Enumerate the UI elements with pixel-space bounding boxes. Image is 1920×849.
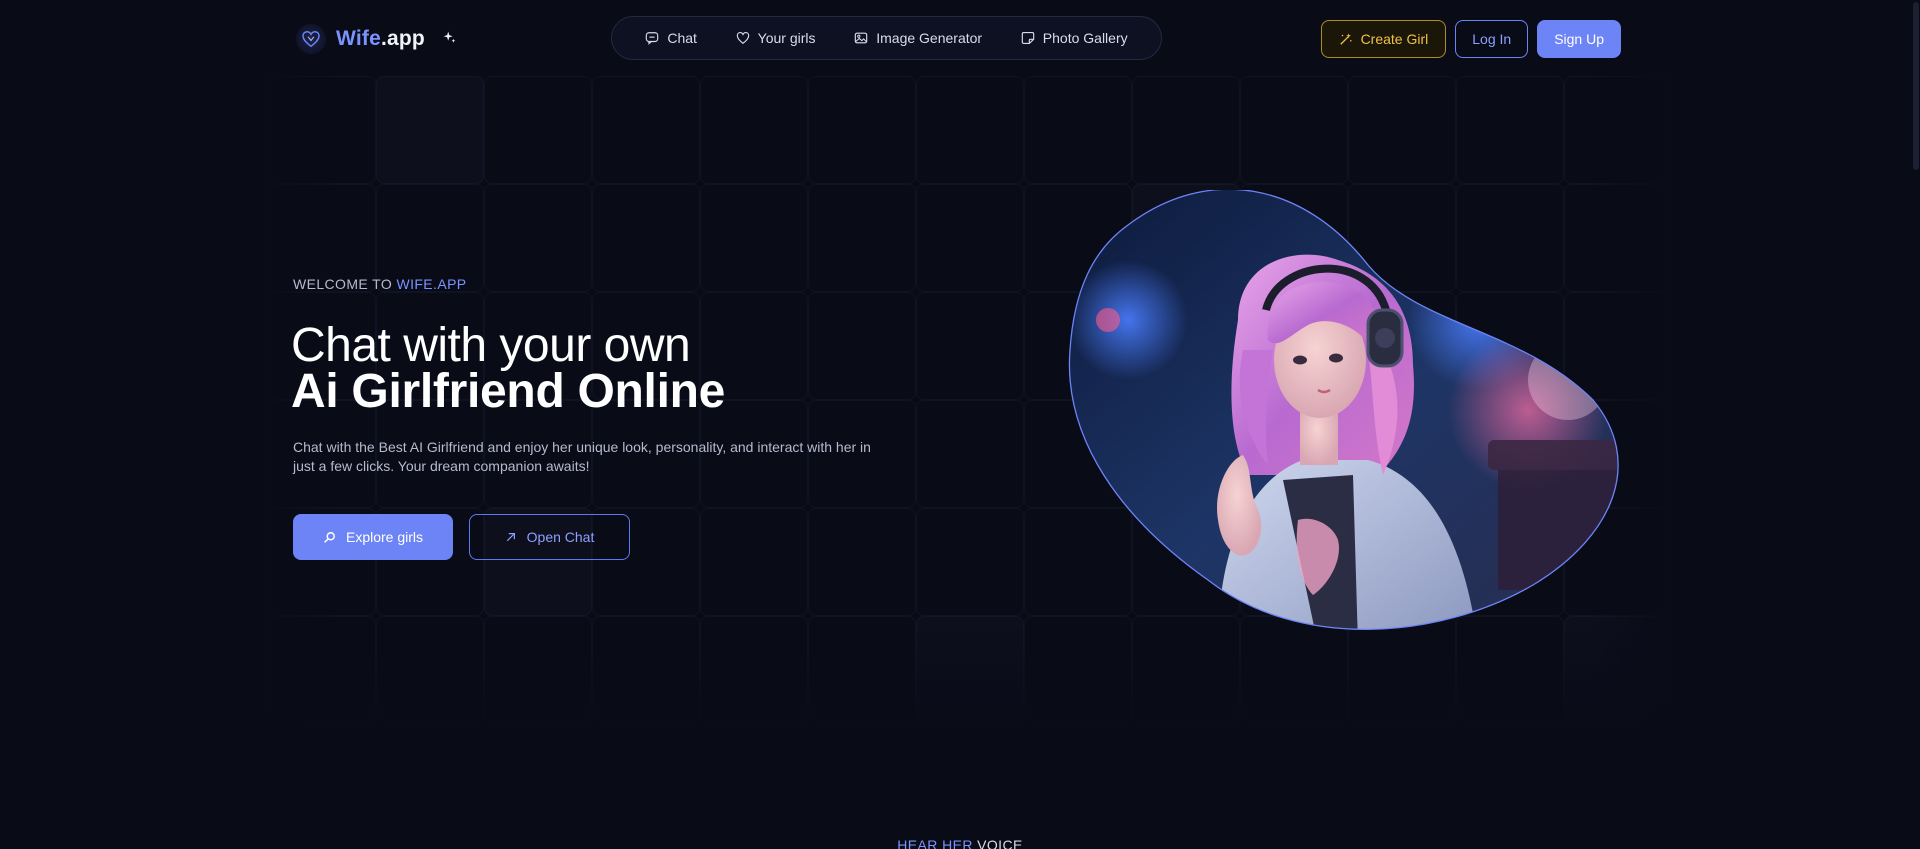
explore-girls-label: Explore girls (345, 529, 424, 545)
heart-logo-icon (296, 24, 326, 54)
chat-bubble-icon (646, 32, 659, 45)
header-actions: Create Girl Log In Sign Up (1320, 20, 1621, 58)
grid-cell (1132, 76, 1240, 184)
scrollbar-thumb[interactable] (1913, 2, 1919, 170)
grid-cell (916, 184, 1024, 292)
next-section-label: HEAR HER VOICE (0, 837, 1920, 849)
brand-name-part2: .app (380, 27, 425, 50)
grid-cell (808, 76, 916, 184)
grid-cell (700, 508, 808, 616)
grid-cell (700, 616, 808, 724)
grid-cell (916, 400, 1024, 508)
nav-item-photo-gallery[interactable]: Photo Gallery (1013, 24, 1136, 52)
site-header: Wife.app Chat Your girls Image Generator… (0, 0, 1920, 78)
signup-label: Sign Up (1554, 31, 1604, 47)
grid-fade-left (250, 0, 340, 849)
nav-item-image-generator-label: Image Generator (876, 30, 983, 46)
grid-cell (376, 76, 484, 184)
grid-cell (268, 616, 376, 724)
brand-name: Wife.app (336, 27, 425, 51)
hero-eyebrow: WELCOME TO WIFE.APP (293, 276, 467, 292)
gallery-icon (1021, 32, 1035, 44)
grid-cell (916, 616, 1024, 724)
next-section-label-rest: VOICE (972, 837, 1023, 849)
sparkle-icon (443, 31, 456, 47)
grid-cell (1456, 76, 1564, 184)
arrow-up-right-icon (506, 533, 515, 542)
hero-title-line2: Ai Girlfriend Online (291, 365, 726, 418)
grid-cell (700, 76, 808, 184)
create-girl-button[interactable]: Create Girl (1320, 20, 1447, 58)
grid-cell (808, 184, 916, 292)
nav-item-your-girls-label: Your girls (757, 30, 816, 46)
nav-item-image-generator[interactable]: Image Generator (846, 24, 990, 52)
create-girl-label: Create Girl (1360, 31, 1429, 47)
nav-item-chat[interactable]: Chat (637, 24, 705, 52)
grid-cell (808, 292, 916, 400)
grid-cell (1024, 76, 1132, 184)
grid-cell (916, 508, 1024, 616)
search-icon (324, 531, 335, 543)
grid-cell (1348, 76, 1456, 184)
grid-cell (592, 184, 700, 292)
heart-icon (736, 32, 749, 44)
grid-cell (484, 76, 592, 184)
eyebrow-highlight: WIFE.APP (396, 276, 467, 292)
nav-item-chat-label: Chat (667, 30, 697, 46)
page-scrollbar[interactable] (1912, 0, 1920, 849)
grid-cell (916, 292, 1024, 400)
grid-cell (268, 76, 376, 184)
grid-cell (916, 76, 1024, 184)
nav-item-your-girls[interactable]: Your girls (728, 24, 824, 52)
logo-link[interactable]: Wife.app (296, 22, 456, 56)
main-nav: Chat Your girls Image Generator Photo Ga… (611, 16, 1162, 60)
grid-cell (592, 76, 700, 184)
login-label: Log In (1472, 31, 1512, 47)
login-button[interactable]: Log In (1455, 20, 1529, 58)
image-icon (854, 32, 868, 44)
grid-cell (592, 616, 700, 724)
hero-girl-image (1068, 188, 1624, 645)
brand-name-part1: Wife (336, 27, 381, 50)
grid-cell (1240, 76, 1348, 184)
grid-fade-bottom (0, 620, 1920, 780)
eyebrow-prefix: WELCOME TO (293, 276, 397, 292)
explore-girls-button[interactable]: Explore girls (293, 514, 453, 560)
grid-cell (376, 616, 484, 724)
grid-cell (484, 184, 592, 292)
magic-wand-icon (1339, 33, 1352, 45)
grid-cell (700, 184, 808, 292)
grid-cell (808, 508, 916, 616)
next-section-label-highlight: HEAR HER (897, 837, 973, 849)
page: Wife.app Chat Your girls Image Generator… (0, 0, 1920, 849)
grid-cell (484, 616, 592, 724)
open-chat-label: Open Chat (526, 529, 595, 545)
grid-cell (808, 616, 916, 724)
signup-button[interactable]: Sign Up (1537, 20, 1621, 58)
grid-cell (1564, 76, 1672, 184)
hero-description: Chat with the Best AI Girlfriend and enj… (293, 439, 871, 474)
open-chat-button[interactable]: Open Chat (469, 514, 630, 560)
nav-item-photo-gallery-label: Photo Gallery (1042, 30, 1128, 46)
